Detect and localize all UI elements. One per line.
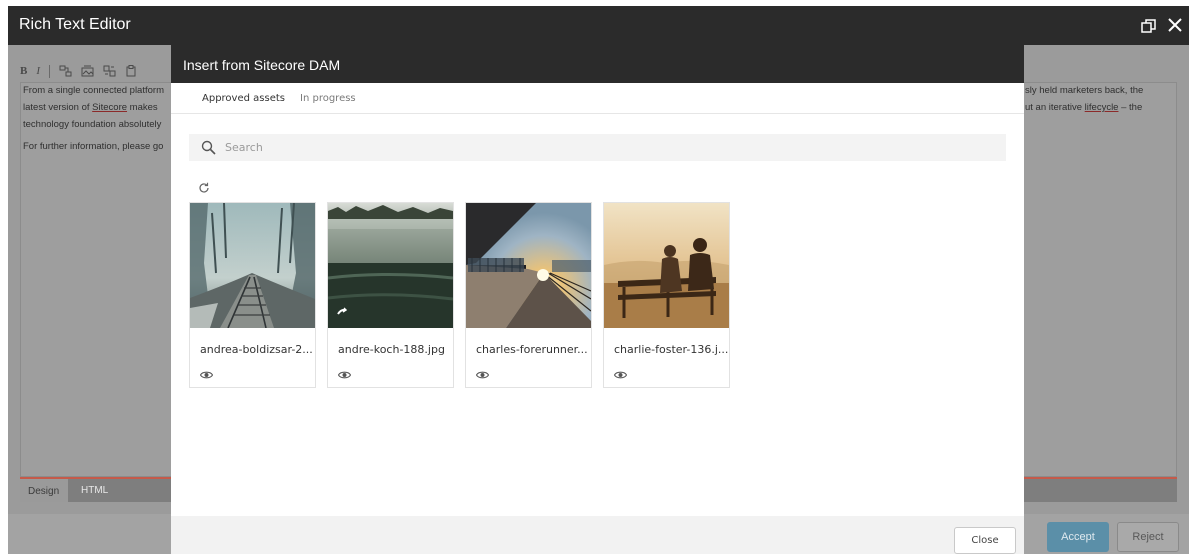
content-line: technology foundation absolutely (23, 119, 162, 130)
asset-name: andre-koch-188.jpg (338, 343, 445, 356)
bold-button[interactable]: B (20, 65, 27, 77)
tab-design[interactable]: Design (20, 479, 68, 502)
content-line: sly held marketers back, the (1025, 85, 1144, 96)
asset-card[interactable]: charlie-foster-136.j... (603, 202, 730, 388)
content-text: ut an iterative (1025, 102, 1085, 113)
preview-eye-icon[interactable] (337, 367, 352, 379)
content-line: ut an iterative lifecycle – the (1025, 99, 1142, 116)
dam-dialog: Insert from Sitecore DAM Approved assets… (171, 45, 1024, 554)
tab-approved-assets[interactable]: Approved assets (202, 93, 285, 104)
sitecore-link[interactable]: Sitecore (92, 102, 127, 113)
insert-media-icon[interactable] (103, 65, 116, 77)
content-line: latest version of Sitecore makes (23, 99, 158, 116)
asset-tabs: Approved assets In progress (171, 83, 1024, 114)
preview-eye-icon[interactable] (199, 367, 214, 379)
search-input[interactable] (225, 134, 985, 161)
restore-window-icon[interactable] (1140, 17, 1158, 35)
close-button[interactable]: Close (954, 527, 1016, 554)
asset-thumbnail[interactable] (466, 203, 591, 328)
content-text: makes (127, 102, 158, 113)
dialog-footer (171, 516, 1024, 554)
search-bar (189, 134, 1006, 161)
asset-card[interactable]: charles-forerunner... (465, 202, 592, 388)
preview-eye-icon[interactable] (475, 367, 490, 379)
close-window-icon[interactable] (1166, 16, 1184, 34)
content-line: From a single connected platform (23, 85, 164, 96)
toolbar-divider (49, 64, 51, 78)
paste-icon[interactable] (125, 65, 138, 77)
search-icon (201, 140, 216, 160)
insert-link-icon[interactable] (59, 65, 72, 77)
asset-name: charlie-foster-136.j... (614, 343, 729, 356)
asset-thumbnail[interactable] (604, 203, 729, 328)
asset-card[interactable]: andre-koch-188.jpg (327, 202, 454, 388)
asset-thumbnail[interactable] (328, 203, 453, 328)
content-text: latest version of (23, 102, 93, 113)
asset-card[interactable]: andrea-boldizsar-2... (189, 202, 316, 388)
tab-html[interactable]: HTML (81, 485, 108, 496)
dialog-header: Insert from Sitecore DAM (171, 45, 1024, 83)
rte-toolbar: B I (20, 62, 138, 80)
italic-button[interactable]: I (36, 65, 40, 77)
rte-titlebar: Rich Text Editor (8, 6, 1189, 45)
dialog-title: Insert from Sitecore DAM (183, 57, 341, 73)
accept-button[interactable]: Accept (1047, 522, 1109, 552)
content-line: For further information, please go (23, 141, 164, 152)
rte-window-title: Rich Text Editor (19, 16, 131, 33)
asset-name: andrea-boldizsar-2... (200, 343, 313, 356)
preview-eye-icon[interactable] (613, 367, 628, 379)
asset-name: charles-forerunner... (476, 343, 588, 356)
reject-button[interactable]: Reject (1117, 522, 1179, 552)
content-text: – the (1118, 102, 1143, 113)
tab-in-progress[interactable]: In progress (300, 93, 356, 104)
lifecycle-link[interactable]: lifecycle (1085, 102, 1119, 113)
asset-thumbnail[interactable] (190, 203, 315, 328)
insert-image-icon[interactable] (81, 65, 94, 77)
refresh-icon[interactable] (198, 181, 210, 193)
